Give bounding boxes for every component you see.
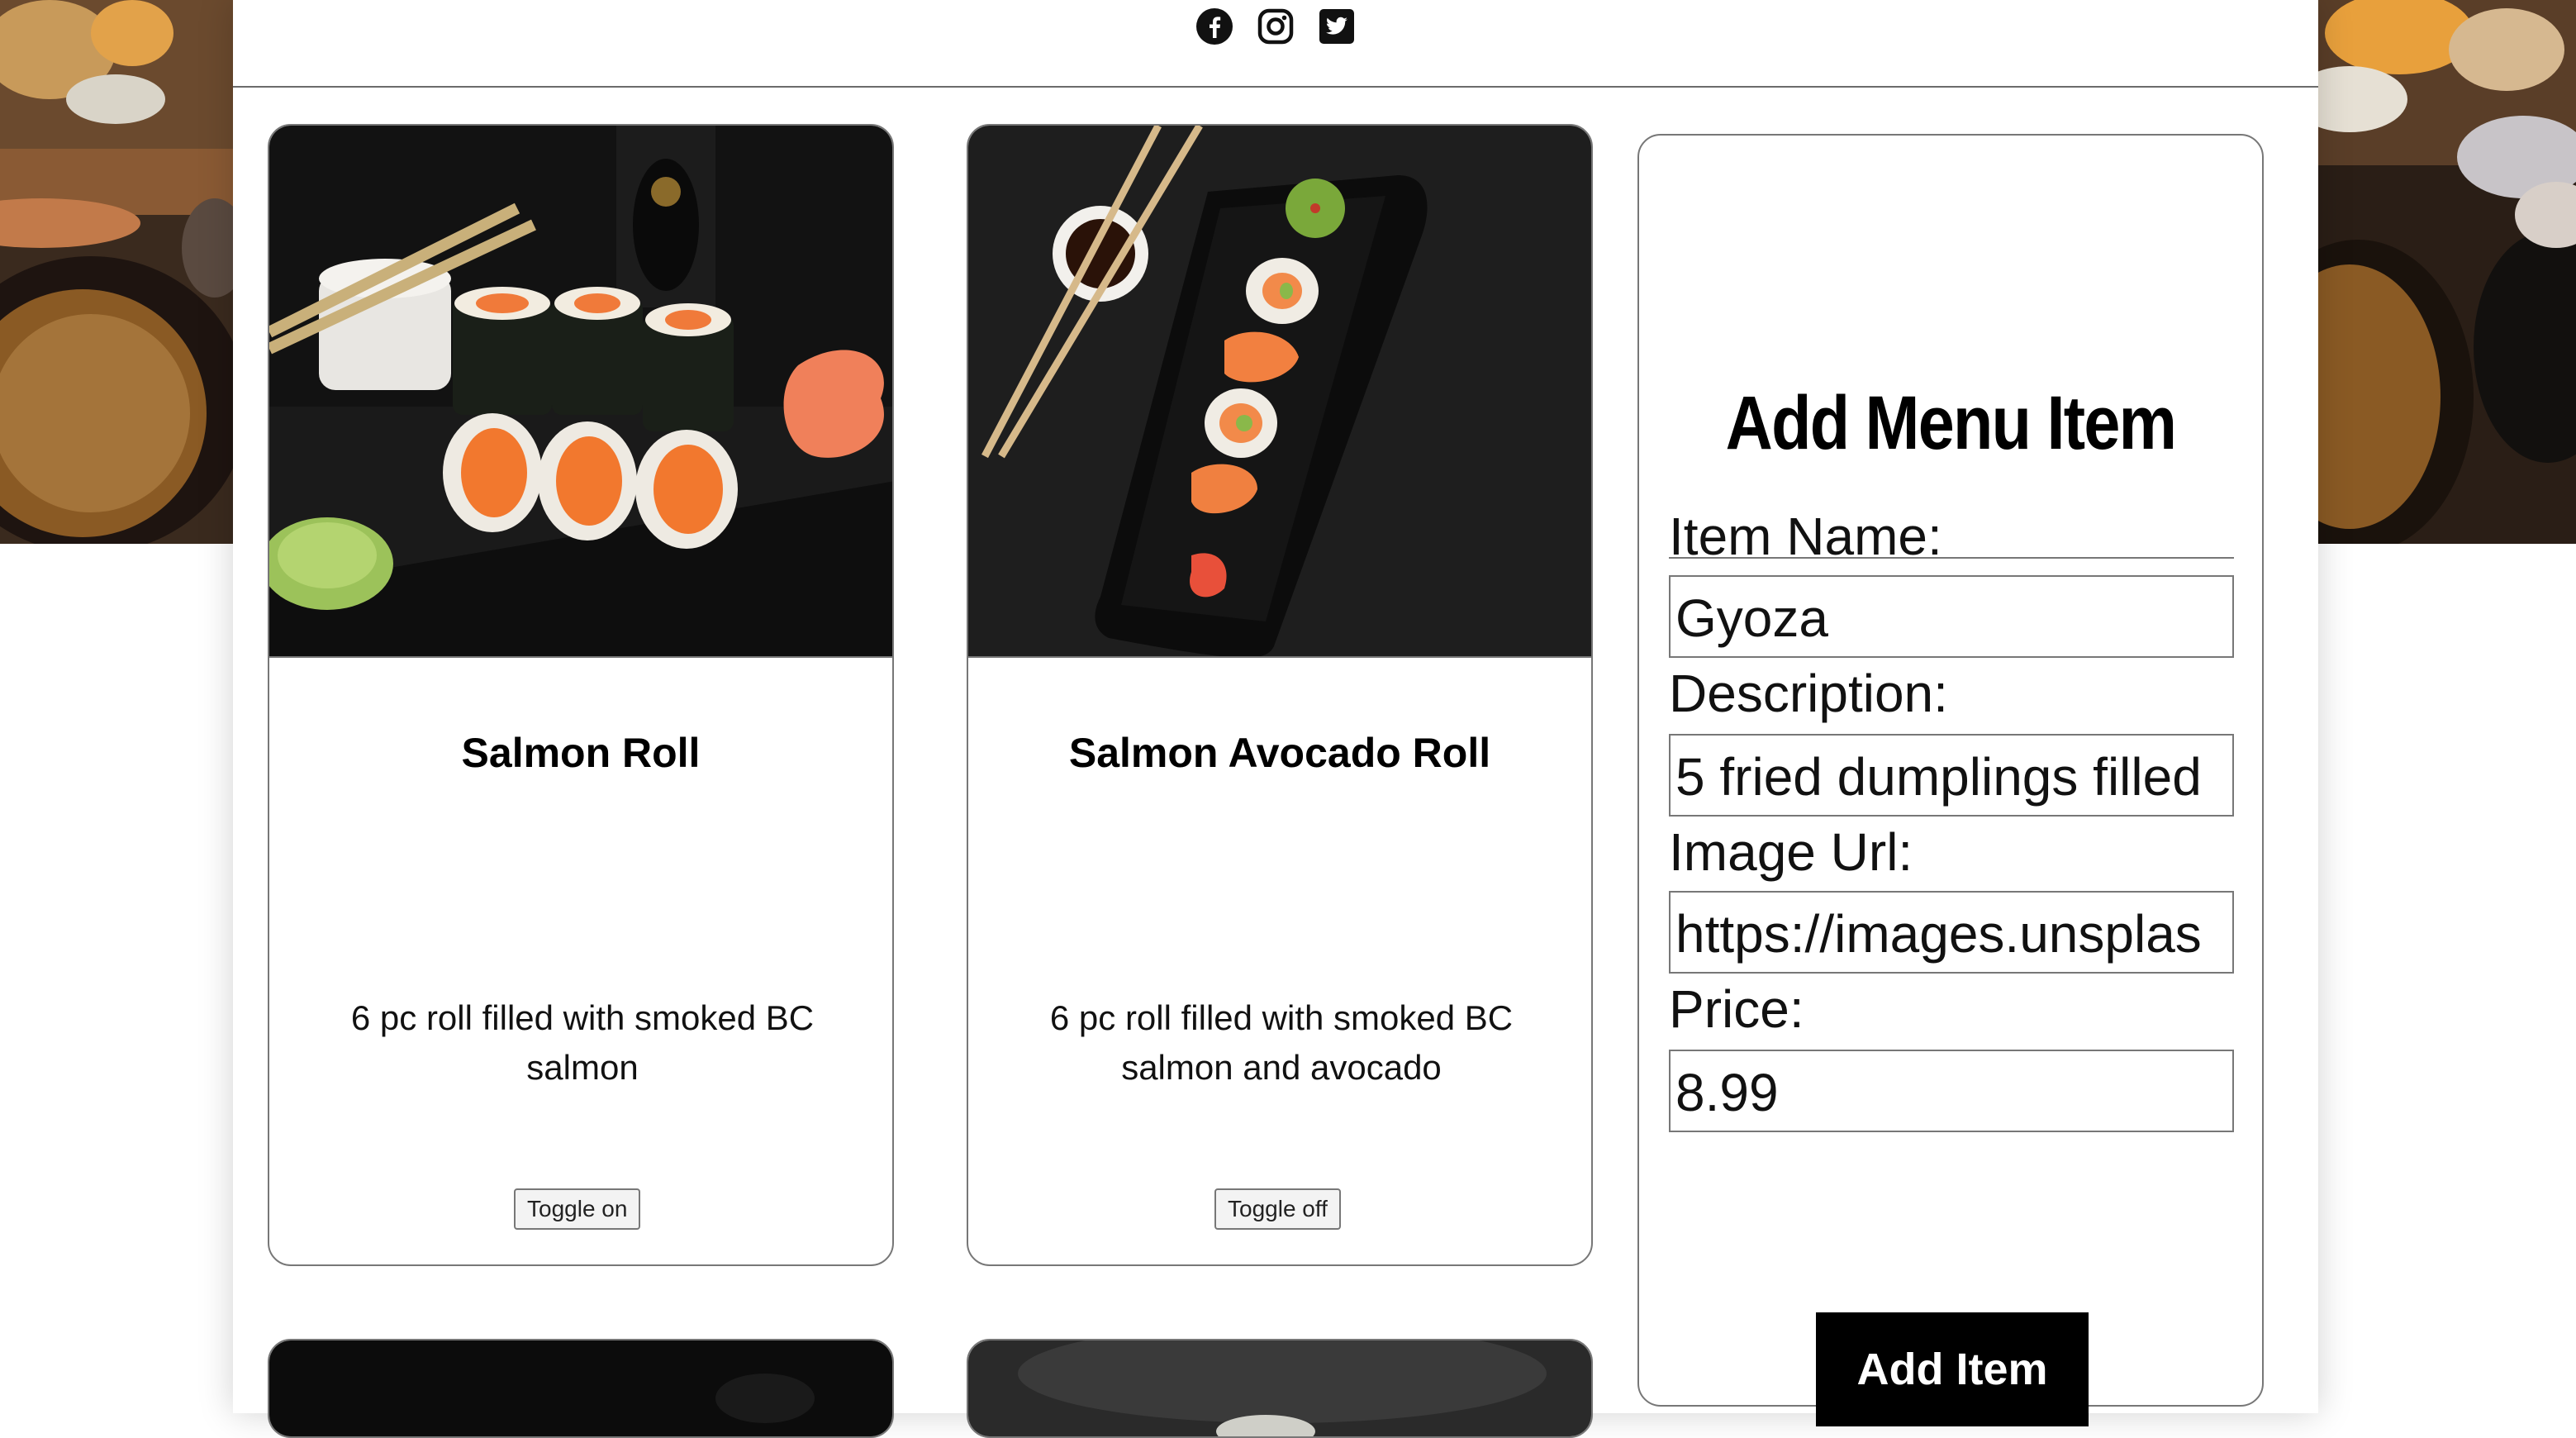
toggle-button[interactable]: Toggle off [1214,1188,1341,1230]
price-input[interactable]: 8.99 [1669,1050,2234,1132]
main-content: Salmon Roll 6 pc roll filled with smoked… [233,0,2318,1438]
menu-item-photo [968,1340,1591,1436]
price-label: Price: [1669,979,1804,1039]
background-food-photo-left [0,0,233,544]
background-food-photo-right [2317,0,2576,544]
instagram-icon[interactable] [1256,7,1295,46]
social-links-bar [233,0,2318,88]
menu-item-photo [269,1340,892,1436]
form-title: Add Menu Item [1725,381,2177,465]
menu-item-card: Salmon Avocado Roll 6 pc roll filled wit… [967,124,1593,1266]
menu-item-description: 6 pc roll filled with smoked BC salmon [350,998,815,1087]
menu-item-description: 6 pc roll filled with smoked BC salmon a… [1049,998,1514,1087]
menu-item-card: Salmon Roll 6 pc roll filled with smoked… [268,124,894,1266]
menu-item-card [268,1339,894,1438]
menu-item-name: Salmon Avocado Roll [1068,730,1491,776]
image-url-label: Image Url: [1669,822,1913,882]
toggle-button[interactable]: Toggle on [514,1188,641,1230]
item-name-input[interactable]: Gyoza [1669,575,2234,658]
salmon-roll-photo [269,126,892,658]
description-label: Description: [1669,664,1948,723]
twitter-icon[interactable] [1317,7,1357,46]
salmon-avocado-roll-photo [968,126,1591,658]
item-name-label: Item Name: [1669,507,1942,566]
add-menu-item-form: Add Menu Item Item Name: Gyoza Descripti… [1637,134,2264,1426]
facebook-icon[interactable] [1195,7,1234,46]
add-item-button[interactable]: Add Item [1816,1312,2089,1426]
menu-item-name: Salmon Roll [461,730,701,776]
description-input[interactable]: 5 fried dumplings filled [1669,734,2234,817]
image-url-input[interactable]: https://images.unsplas [1669,891,2234,974]
menu-item-card [967,1339,1593,1438]
